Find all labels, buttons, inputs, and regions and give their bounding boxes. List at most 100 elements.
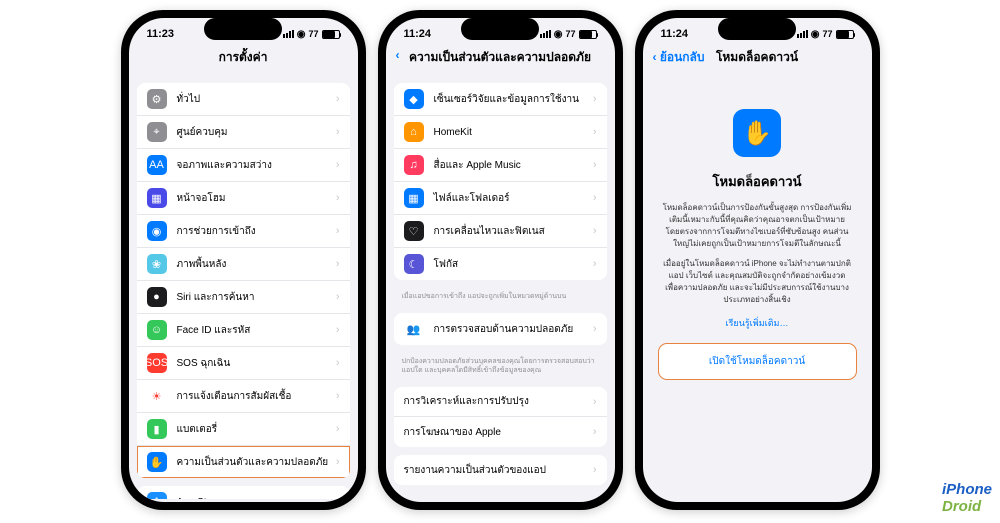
chevron-icon: › bbox=[593, 192, 597, 204]
row-icon: ☺ bbox=[147, 320, 167, 340]
row-icon: ▮ bbox=[147, 419, 167, 439]
row-icon: ⚙ bbox=[147, 89, 167, 109]
chevron-icon: › bbox=[336, 324, 340, 336]
row-label: การโฆษณาของ Apple bbox=[404, 425, 593, 440]
enable-lockdown-button[interactable]: เปิดใช้โหมดล็อคดาวน์ bbox=[659, 344, 856, 379]
battery-icon bbox=[322, 30, 340, 39]
description-2: เมื่ออยู่ในโหมดล็อคดาวน์ iPhone จะไม่ทำง… bbox=[659, 258, 856, 306]
settings-row[interactable]: ☺ Face ID และรหัส› bbox=[137, 314, 350, 347]
row-icon: ⌖ bbox=[147, 122, 167, 142]
settings-row[interactable]: ☀การแจ้งเตือนการสัมผัสเชื้อ› bbox=[137, 380, 350, 413]
row-label: Face ID และรหัส bbox=[177, 323, 336, 338]
row-icon: ♫ bbox=[404, 155, 424, 175]
settings-row[interactable]: ⌂HomeKit› bbox=[394, 116, 607, 149]
settings-row[interactable]: AAจอภาพและความสว่าง› bbox=[137, 149, 350, 182]
phone-1: 11:23 ︎◉ 77 การตั้งค่า ⚙ ทั่วไป › ⌖ ศูนย์ควบ… bbox=[121, 10, 366, 510]
chevron-icon: › bbox=[593, 258, 597, 270]
row-label: ศูนย์ควบคุม bbox=[177, 125, 336, 140]
chevron-icon: › bbox=[593, 396, 597, 408]
safety-check-list: 👥การตรวจสอบด้านความปลอดภัย› bbox=[394, 313, 607, 345]
back-button[interactable]: ‹ ย้อนกลับ bbox=[653, 48, 705, 67]
signal-icon bbox=[797, 30, 808, 38]
row-icon: ☀ bbox=[147, 386, 167, 406]
chevron-icon: › bbox=[336, 225, 340, 237]
battery-percent: 77 bbox=[822, 29, 832, 39]
row-icon: ♡ bbox=[404, 221, 424, 241]
chevron-icon: › bbox=[593, 426, 597, 438]
battery-percent: 77 bbox=[308, 29, 318, 39]
row-icon: SOS bbox=[147, 353, 167, 373]
row-icon: AA bbox=[147, 155, 167, 175]
chevron-icon: › bbox=[336, 423, 340, 435]
row-label: เซ็นเซอร์วิจัยและข้อมูลการใช้งาน bbox=[434, 92, 593, 107]
row-icon: 👥 bbox=[404, 319, 424, 339]
privacy-list-1: ◆เซ็นเซอร์วิจัยและข้อมูลการใช้งาน›⌂HomeK… bbox=[394, 83, 607, 280]
chevron-icon: › bbox=[336, 390, 340, 402]
chevron-icon: › bbox=[336, 258, 340, 270]
nav-title: การตั้งค่า bbox=[129, 42, 358, 75]
settings-row[interactable]: SOSSOS ฉุกเฉิน› bbox=[137, 347, 350, 380]
row-label: HomeKit bbox=[434, 127, 593, 138]
chevron-icon: › bbox=[593, 159, 597, 171]
settings-row[interactable]: ▮แบตเตอรี่› bbox=[137, 413, 350, 446]
settings-row[interactable]: ⌖ศูนย์ควบคุม› bbox=[137, 116, 350, 149]
row-label: การตรวจสอบด้านความปลอดภัย bbox=[434, 322, 593, 337]
row-label: หน้าจอโฮม bbox=[177, 191, 336, 206]
settings-list-1: ⚙ ทั่วไป › ⌖ ศูนย์ควบคุม › AAจอภาพและความสว่าง… bbox=[137, 83, 350, 478]
chevron-icon: › bbox=[593, 464, 597, 476]
row-label: ทั่วไป bbox=[177, 92, 336, 107]
settings-row[interactable]: การวิเคราะห์และการปรับปรุง› bbox=[394, 387, 607, 417]
chevron-icon: › bbox=[593, 93, 597, 105]
row-icon: ● bbox=[147, 287, 167, 307]
signal-icon bbox=[540, 30, 551, 38]
chevron-icon: › bbox=[336, 291, 340, 303]
settings-row[interactable]: รายงานความเป็นส่วนตัวของแอป› bbox=[394, 455, 607, 485]
row-label: ไฟล์และโฟลเดอร์ bbox=[434, 191, 593, 206]
row-icon: ❀ bbox=[147, 254, 167, 274]
settings-row[interactable]: 👥การตรวจสอบด้านความปลอดภัย› bbox=[394, 313, 607, 345]
row-label: สื่อและ Apple Music bbox=[434, 158, 593, 173]
hero-title: โหมดล็อคดาวน์ bbox=[659, 171, 856, 192]
dynamic-island bbox=[718, 18, 796, 40]
analytics-list: การวิเคราะห์และการปรับปรุง›การโฆษณาของ A… bbox=[394, 387, 607, 447]
status-time: 11:24 bbox=[404, 28, 432, 40]
settings-row[interactable]: ▦หน้าจอโฮม› bbox=[137, 182, 350, 215]
row-icon: ✋ bbox=[147, 452, 167, 472]
wifi-icon: ︎◉ bbox=[297, 29, 306, 40]
wifi-icon: ◉ bbox=[554, 29, 563, 40]
settings-row[interactable]: ☾โฟกัส› bbox=[394, 248, 607, 280]
settings-row[interactable]: ♫ สื่อและ Apple Music› bbox=[394, 149, 607, 182]
status-time: 11:23 bbox=[147, 28, 175, 40]
row-icon: ▦ bbox=[404, 188, 424, 208]
back-button[interactable]: ‹ bbox=[396, 48, 400, 62]
settings-row[interactable]: ❀ ภาพพื้นหลัง› bbox=[137, 248, 350, 281]
row-label: การช่วยการเข้าถึง bbox=[177, 224, 336, 239]
settings-row[interactable]: AApp Store› bbox=[137, 486, 350, 499]
row-label: ความเป็นส่วนตัวและความปลอดภัย bbox=[177, 455, 336, 470]
status-time: 11:24 bbox=[661, 28, 689, 40]
section-note: ปกป้องความปลอดภัยส่วนบุคคลของคุณโดยการตร… bbox=[386, 353, 615, 379]
nav-title: ‹ ความเป็นส่วนตัวและความปลอดภัย bbox=[386, 42, 615, 75]
signal-icon bbox=[283, 30, 294, 38]
battery-icon bbox=[579, 30, 597, 39]
settings-row[interactable]: ◆ เซ็นเซอร์วิจัยและข้อมูลการใช้งาน› bbox=[394, 83, 607, 116]
settings-row[interactable]: ▦ ไฟล์และโฟลเดอร์› bbox=[394, 182, 607, 215]
row-icon: ◆ bbox=[404, 89, 424, 109]
settings-row[interactable]: การโฆษณาของ Apple› bbox=[394, 417, 607, 447]
settings-row[interactable]: ♡การเคลื่อนไหวและฟิตเนส› bbox=[394, 215, 607, 248]
dynamic-island bbox=[204, 18, 282, 40]
settings-row[interactable]: ●Siri และการค้นหา› bbox=[137, 281, 350, 314]
settings-row[interactable]: ◉ การช่วยการเข้าถึง› bbox=[137, 215, 350, 248]
row-label: การวิเคราะห์และการปรับปรุง bbox=[404, 394, 593, 409]
wifi-icon: ◉ bbox=[811, 29, 820, 40]
settings-row[interactable]: ✋ความเป็นส่วนตัวและความปลอดภัย› bbox=[137, 446, 350, 478]
row-label: การเคลื่อนไหวและฟิตเนส bbox=[434, 224, 593, 239]
report-list: รายงานความเป็นส่วนตัวของแอป› bbox=[394, 455, 607, 485]
row-icon: ◉ bbox=[147, 221, 167, 241]
phone-3: 11:24 ◉ 77 ‹ ย้อนกลับ โหมดล็อคดาวน์ ✋ โห… bbox=[635, 10, 880, 510]
nav-title: ‹ ย้อนกลับ โหมดล็อคดาวน์ bbox=[643, 42, 872, 75]
learn-more-link[interactable]: เรียนรู้เพิ่มเติม… bbox=[659, 316, 856, 330]
phone-2: 11:24 ◉ 77 ‹ ความเป็นส่วนตัวและความปลอดภ… bbox=[378, 10, 623, 510]
settings-row[interactable]: ⚙ทั่วไป› bbox=[137, 83, 350, 116]
row-label: ภาพพื้นหลัง bbox=[177, 257, 336, 272]
